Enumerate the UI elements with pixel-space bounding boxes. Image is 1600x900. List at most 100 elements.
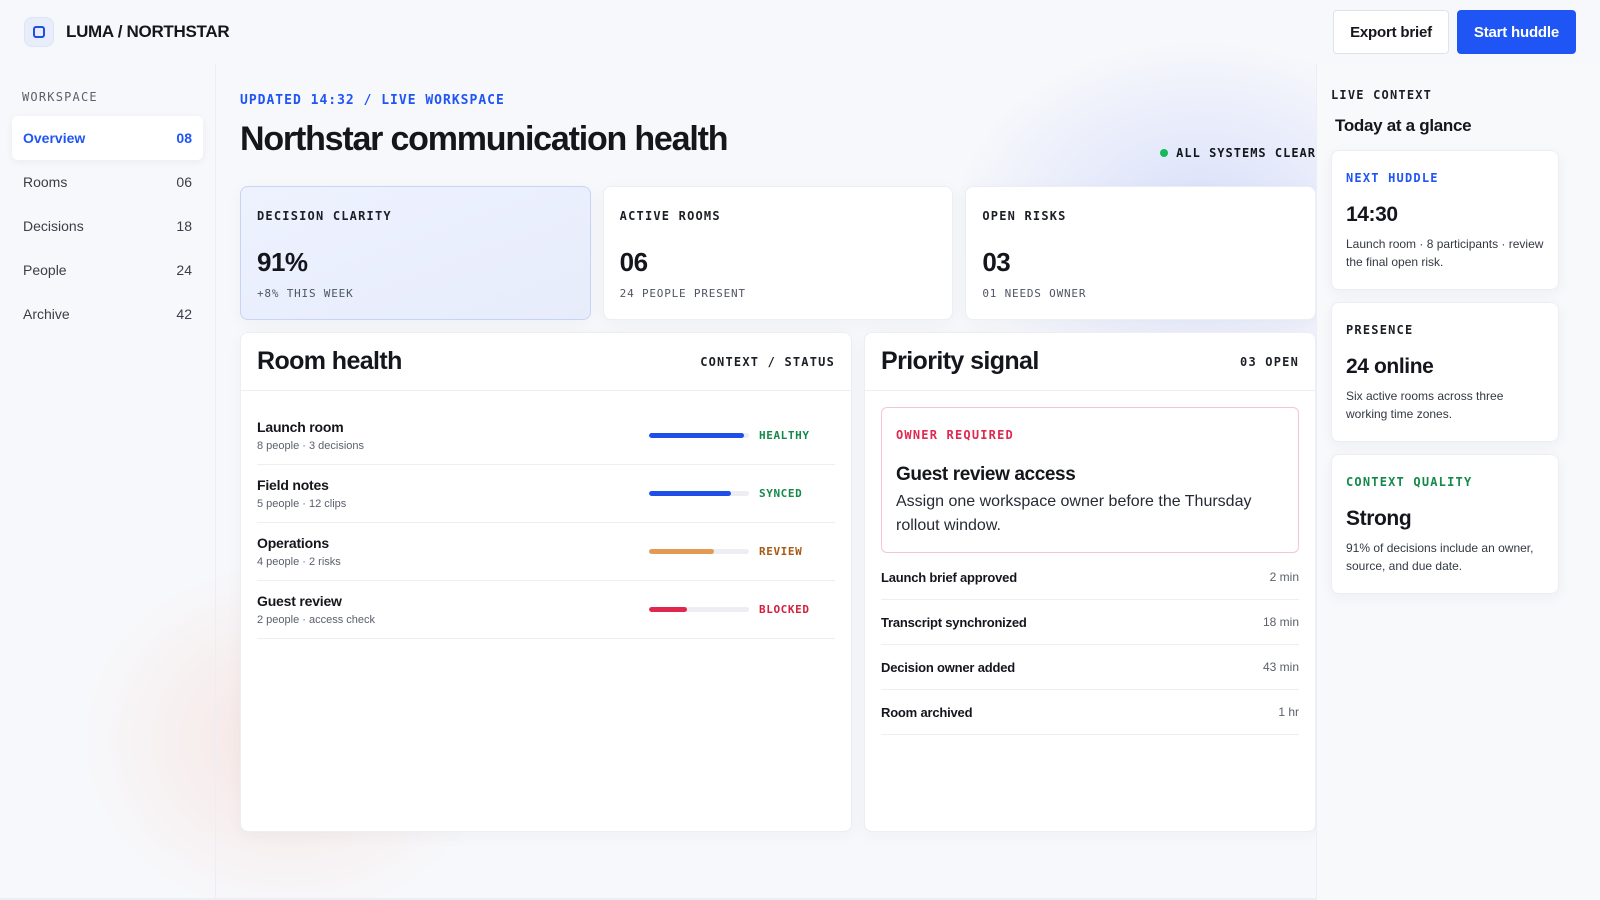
event-time: 1 hr [1278,705,1299,719]
alert-title: Guest review access [896,464,1076,485]
room-meta: 5 people · 12 clips [257,498,347,510]
kpi-value: 03 [982,247,1011,277]
room-name: Field notes [257,477,329,493]
kpi-label: DECISION CLARITY [257,209,392,223]
health-bar [649,491,749,496]
card-tag: CONTEXT QUALITY [1346,475,1473,489]
event-name: Decision owner added [881,659,1015,675]
sidebar-item-decisions[interactable]: Decisions 18 [12,204,203,248]
card-text: Six active rooms across three working ti… [1346,389,1504,421]
sidebar-item-label: Rooms [23,174,68,190]
card-value: Strong [1346,507,1412,530]
sidebar-item-people[interactable]: People 24 [12,248,203,292]
sidebar-item-count: 08 [176,130,192,146]
rail-heading: LIVE CONTEXT [1331,88,1433,102]
owner-required-alert[interactable]: OWNER REQUIRED Guest review access Assig… [881,407,1299,553]
top-actions: Export brief Start huddle [1333,10,1576,54]
event-row[interactable]: Launch brief approved 2 min [881,555,1299,600]
sidebar-item-count: 24 [176,262,192,278]
card-tag: PRESENCE [1346,323,1414,337]
sidebar-item-count: 18 [176,218,192,234]
health-bar-fill [649,433,744,438]
panel-title: Room health [257,347,402,375]
health-bar-fill [649,549,714,554]
health-bar [649,433,749,438]
room-health-panel: Room health CONTEXT / STATUS Launch room… [240,332,852,832]
status-dot-icon [1160,149,1169,157]
kpi-row: DECISION CLARITY 91% +8% THIS WEEK ACTIV… [240,186,1317,320]
presence-card[interactable]: PRESENCE 24 online Six active rooms acro… [1331,302,1559,442]
event-list: Launch brief approved 2 min Transcript s… [865,555,1315,735]
top-bar: LUMA / NORTHSTAR Export brief Start hudd… [0,0,1600,64]
alert-tag: OWNER REQUIRED [896,428,1014,442]
context-quality-card[interactable]: CONTEXT QUALITY Strong 91% of decisions … [1331,454,1559,594]
priority-signal-panel: Priority signal 03 OPEN OWNER REQUIRED G… [864,332,1316,832]
rail-title: Today at a glance [1335,116,1472,135]
event-name: Launch brief approved [881,569,1017,585]
room-row[interactable]: Operations 4 people · 2 risks REVIEW [257,523,835,581]
card-text: Launch room · 8 participants · review th… [1346,237,1544,269]
panel-title: Priority signal [881,347,1039,375]
sidebar-item-count: 06 [176,174,192,190]
next-huddle-card[interactable]: NEXT HUDDLE 14:30 Launch room · 8 partic… [1331,150,1559,290]
sidebar-item-rooms[interactable]: Rooms 06 [12,160,203,204]
panel-header: Room health CONTEXT / STATUS [241,333,851,391]
updated-label: UPDATED 14:32 / LIVE WORKSPACE [240,93,505,108]
sidebar-item-count: 42 [176,306,192,322]
event-row[interactable]: Transcript synchronized 18 min [881,600,1299,645]
kpi-value: 91% [257,247,308,277]
health-bar [649,607,749,612]
kpi-sub: 01 NEEDS OWNER [982,287,1087,300]
kpi-value: 06 [619,247,648,277]
room-meta: 8 people · 3 decisions [257,440,365,452]
sidebar: WORKSPACE Overview 08 Rooms 06 Decisions… [0,64,216,900]
sidebar-item-label: Overview [23,130,86,146]
status-badge: ALL SYSTEMS CLEAR [1160,146,1316,160]
kpi-card-open-risks[interactable]: OPEN RISKS 03 01 NEEDS OWNER [965,186,1317,320]
room-state: REVIEW [759,545,803,558]
event-time: 43 min [1262,660,1299,674]
sidebar-item-label: Archive [23,306,70,322]
room-list: Launch room 8 people · 3 decisions HEALT… [241,391,851,639]
room-row[interactable]: Launch room 8 people · 3 decisions HEALT… [257,407,835,465]
room-name: Operations [257,535,329,551]
start-huddle-button[interactable]: Start huddle [1456,10,1576,54]
kpi-sub: +8% THIS WEEK [257,287,354,300]
room-row[interactable]: Guest review 2 people · access check BLO… [257,581,835,639]
room-name: Guest review [257,593,342,609]
export-brief-button[interactable]: Export brief [1333,10,1449,54]
status-text: ALL SYSTEMS CLEAR [1176,146,1316,160]
sidebar-item-label: Decisions [23,218,84,234]
card-value: 24 online [1346,355,1434,378]
health-bar [649,549,749,554]
sidebar-item-overview[interactable]: Overview 08 [12,116,203,160]
room-state: HEALTHY [759,429,810,442]
room-meta: 2 people · access check [257,614,376,626]
card-text: 91% of decisions include an owner, sourc… [1346,541,1534,573]
kpi-sub: 24 PEOPLE PRESENT [619,287,746,300]
sidebar-heading: WORKSPACE [22,90,98,104]
card-tag: NEXT HUDDLE [1346,171,1439,185]
kpi-card-active-rooms[interactable]: ACTIVE ROOMS 06 24 PEOPLE PRESENT [602,186,954,320]
room-meta: 4 people · 2 risks [257,556,341,568]
live-context-rail: LIVE CONTEXT Today at a glance NEXT HUDD… [1316,64,1600,900]
room-state: BLOCKED [759,603,810,616]
event-time: 18 min [1262,615,1299,629]
room-row[interactable]: Field notes 5 people · 12 clips SYNCED [257,465,835,523]
brand-name: LUMA / NORTHSTAR [66,22,230,41]
health-bar-fill [649,607,687,612]
panel-header: Priority signal 03 OPEN [865,333,1315,391]
card-value: 14:30 [1346,203,1398,226]
logo-icon [24,17,54,47]
page-title: Northstar communication health [240,120,728,158]
panel-meta: CONTEXT / STATUS [700,354,835,369]
event-row[interactable]: Room archived 1 hr [881,690,1299,735]
kpi-label: ACTIVE ROOMS [619,209,721,223]
room-state: SYNCED [759,487,803,500]
event-name: Transcript synchronized [881,614,1027,630]
sidebar-item-archive[interactable]: Archive 42 [12,292,203,336]
event-row[interactable]: Decision owner added 43 min [881,645,1299,690]
kpi-card-decision-clarity[interactable]: DECISION CLARITY 91% +8% THIS WEEK [240,186,591,320]
brand: LUMA / NORTHSTAR [24,17,230,47]
alert-body: Assign one workspace owner before the Th… [896,493,1252,534]
